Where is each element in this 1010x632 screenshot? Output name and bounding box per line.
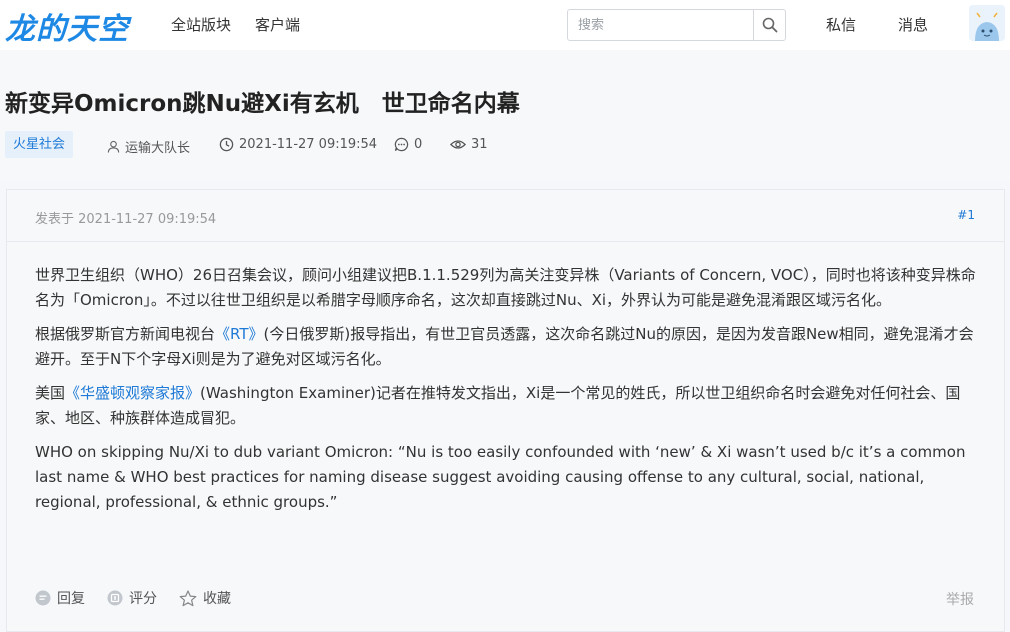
star-icon: [179, 589, 197, 606]
view-count: 31: [471, 137, 488, 152]
search-box: [567, 9, 786, 41]
post-card: 发表于 2021-11-27 09:19:54 #1 世界卫生组织（WHO）26…: [6, 189, 1005, 632]
favorite-label: 收藏: [203, 591, 231, 607]
clock-icon: [219, 137, 234, 152]
post-datetime: 2021-11-27 09:19:54: [239, 137, 378, 152]
search-button[interactable]: [753, 10, 785, 40]
post-card-header: 发表于 2021-11-27 09:19:54 #1: [7, 190, 1004, 242]
post-content: 世界卫生组织（WHO）26日召集会议，顾问小组建议把B.1.1.529列为高关注…: [35, 263, 980, 524]
nav-link-messages[interactable]: 私信: [826, 14, 856, 35]
site-logo[interactable]: 龙的天空: [5, 4, 129, 48]
eye-icon: [450, 140, 466, 149]
rate-button[interactable]: 评分: [107, 588, 157, 608]
avatar[interactable]: [969, 5, 1005, 41]
rt-link[interactable]: 《RT》: [215, 325, 264, 343]
report-button[interactable]: 举报: [946, 589, 974, 609]
paragraph-2: 根据俄罗斯官方新闻电视台《RT》(今日俄罗斯)报导指出，有世卫官员透露，这次命名…: [35, 322, 980, 372]
reply-label: 回复: [57, 591, 85, 607]
paragraph-1: 世界卫生组织（WHO）26日召集会议，顾问小组建议把B.1.1.529列为高关注…: [35, 266, 976, 309]
meta-views: 31: [450, 137, 488, 152]
favorite-button[interactable]: 收藏: [179, 588, 231, 608]
floor-number[interactable]: #1: [957, 208, 975, 222]
avatar-image: [969, 5, 1005, 41]
user-icon: [107, 140, 120, 153]
meta-author[interactable]: 运输大队长: [107, 137, 190, 156]
search-input[interactable]: [568, 10, 754, 40]
category-tag[interactable]: 火星社会: [5, 131, 74, 158]
meta-datetime: 2021-11-27 09:19:54: [219, 137, 377, 152]
paragraph-3: 美国《华盛顿观察家报》(Washington Examiner)记者在推特发文指…: [35, 381, 980, 431]
paragraph-2-text-a: 根据俄罗斯官方新闻电视台: [35, 325, 216, 343]
washington-examiner-link[interactable]: 《华盛顿观察家报》: [65, 384, 200, 402]
nav-link-notifications[interactable]: 消息: [898, 14, 928, 35]
meta-comments: 0: [394, 137, 422, 152]
reply-icon: [35, 590, 51, 606]
posted-time: 发表于 2021-11-27 09:19:54: [35, 212, 217, 227]
rate-icon: [107, 590, 123, 606]
rate-label: 评分: [129, 591, 157, 607]
top-nav: 龙的天空 全站版块 客户端 私信 消息: [0, 0, 1010, 50]
page-title: 新变异Omicron跳Nu避Xi有玄机 世卫命名内幕: [5, 91, 520, 117]
reply-button[interactable]: 回复: [35, 588, 85, 608]
post-header: 新变异Omicron跳Nu避Xi有玄机 世卫命名内幕 火星社会 运输大队长 20…: [0, 50, 1010, 180]
nav-link-client[interactable]: 客户端: [255, 14, 300, 35]
post-actions: 回复 评分 收藏: [35, 588, 231, 608]
paragraph-4: WHO on skipping Nu/Xi to dub variant Omi…: [35, 443, 966, 511]
search-icon: [762, 17, 777, 33]
author-name: 运输大队长: [125, 141, 191, 156]
nav-link-all-boards[interactable]: 全站版块: [171, 14, 231, 35]
comment-icon: [394, 137, 409, 152]
comment-count: 0: [414, 137, 423, 152]
paragraph-3-text-a: 美国: [35, 384, 66, 402]
